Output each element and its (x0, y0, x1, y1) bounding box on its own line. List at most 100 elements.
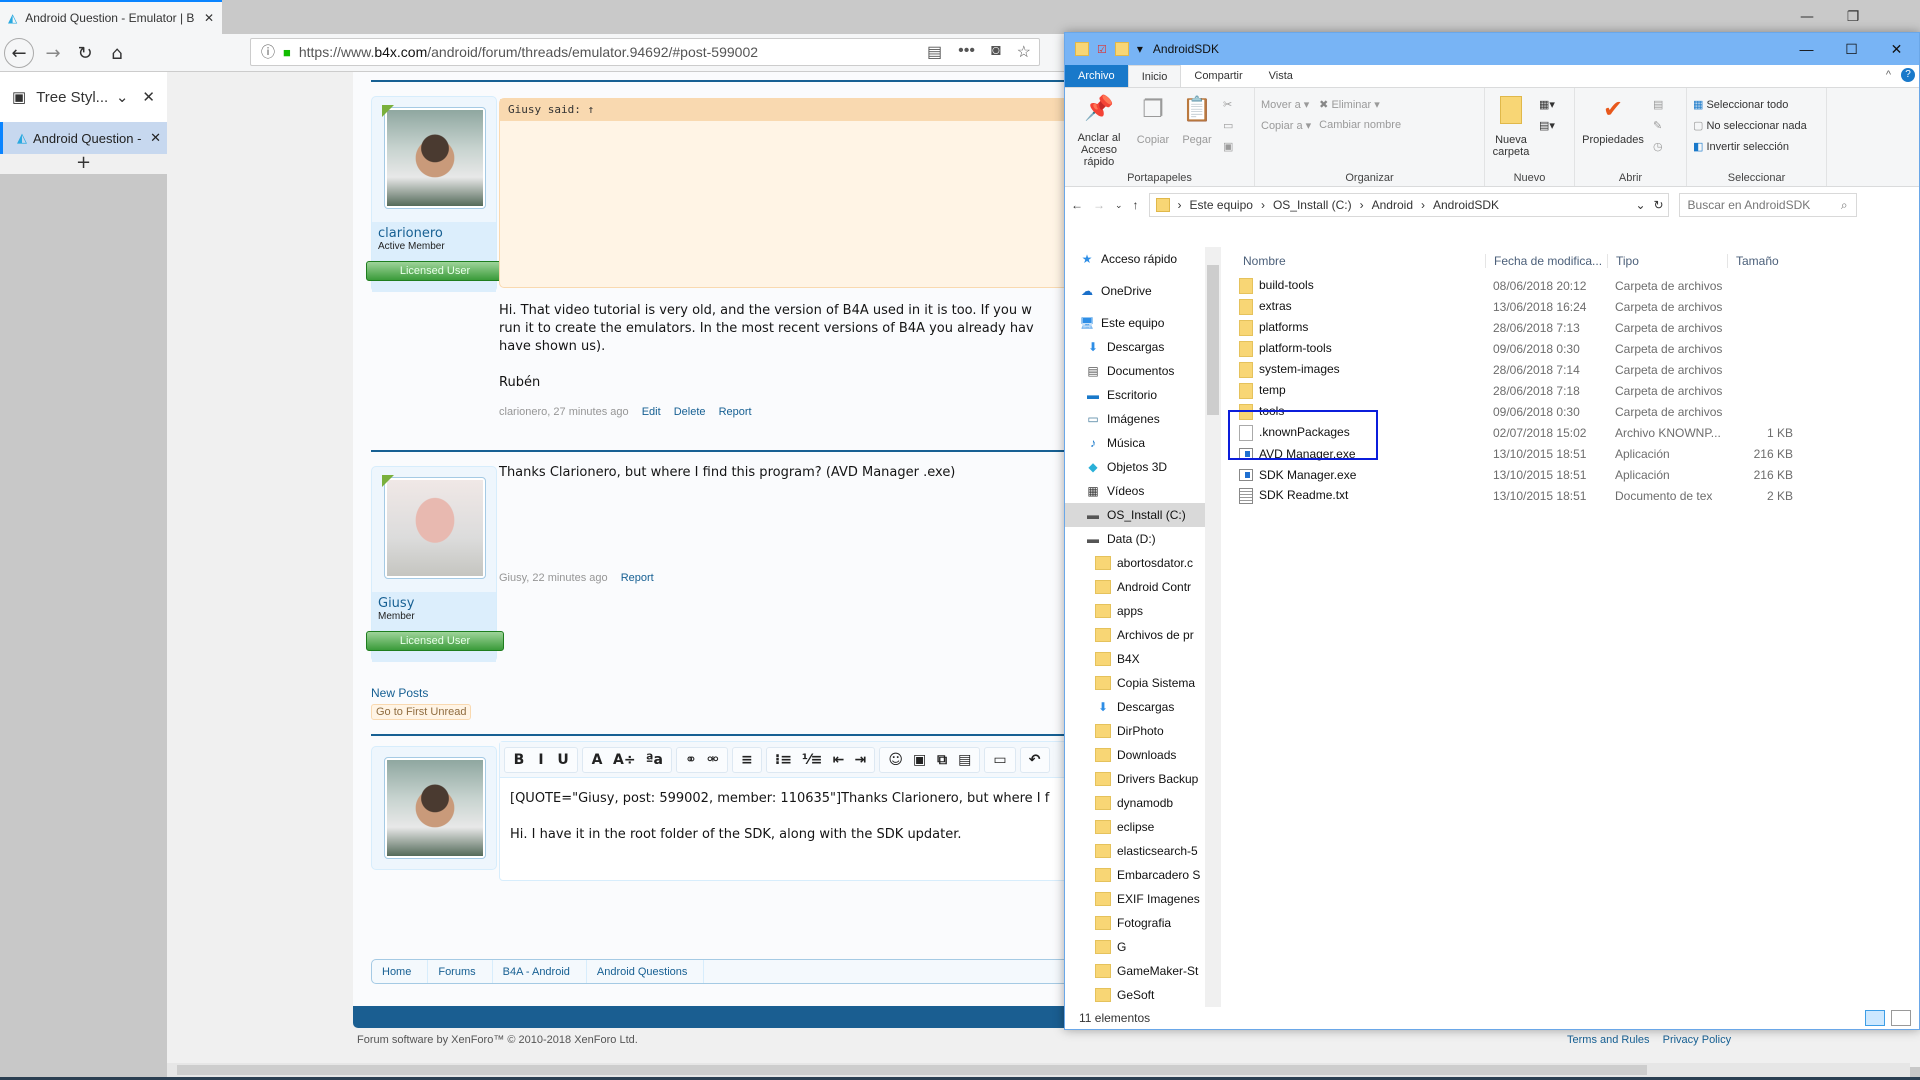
explorer-minimize-button[interactable]: — (1784, 33, 1829, 65)
toolbar-button[interactable]: ⇤ (832, 752, 844, 768)
copy-path-icon[interactable]: ▭ (1223, 119, 1233, 132)
nav-item[interactable]: Copia Sistema (1065, 671, 1205, 695)
nav-item[interactable]: Drivers Backup (1065, 767, 1205, 791)
explorer-close-button[interactable]: ✕ (1874, 33, 1919, 65)
ribbon-tab-vista[interactable]: Vista (1256, 65, 1306, 87)
collapse-ribbon-icon[interactable]: ^ (1886, 69, 1891, 81)
file-row[interactable]: platforms 28/06/2018 7:13 Carpeta de archi… (1225, 317, 1915, 338)
properties-quick-icon[interactable]: ☑ (1097, 43, 1107, 56)
delete-link[interactable]: Delete (674, 406, 706, 418)
path-segment[interactable]: Este equipo (1190, 198, 1253, 212)
address-bar[interactable]: › Este equipo › OS_Install (C:) › Android ›… (1148, 193, 1669, 217)
nav-item[interactable]: ▬ Data (D:) (1065, 527, 1205, 551)
browser-tab[interactable]: ◭ Android Question - Emulator | B ✕ (0, 0, 222, 34)
site-info-icon[interactable]: ⓘ (261, 42, 275, 62)
restore-window-button[interactable]: ❐ (1830, 0, 1876, 34)
pocket-icon[interactable]: ◙ (991, 42, 1001, 62)
file-row[interactable]: temp 28/06/2018 7:18 Carpeta de archivos (1225, 380, 1915, 401)
search-input[interactable]: Buscar en AndroidSDK ⌕ (1678, 193, 1857, 217)
report-link[interactable]: Report (719, 406, 752, 418)
page-horizontal-scrollbar[interactable] (167, 1063, 1910, 1077)
url-bar[interactable]: ⓘ ■ https://www. b4x.com/android/forum/th… (250, 38, 1040, 66)
avatar[interactable] (384, 477, 486, 579)
file-row[interactable]: SDK Readme.txt 13/10/2015 18:51 Documento … (1225, 485, 1915, 506)
breadcrumb-forums[interactable]: Forums (428, 960, 493, 983)
toolbar-button[interactable]: I (535, 752, 547, 768)
toolbar-button[interactable]: ⧉ (936, 752, 948, 768)
quick-access-dropdown-icon[interactable]: ▾ (1137, 42, 1143, 56)
nav-item[interactable]: ⬇ Descargas (1065, 695, 1205, 719)
toolbar-button[interactable]: ⇥ (854, 752, 866, 768)
delete-button[interactable]: ✖ Eliminar ▾ (1319, 98, 1401, 111)
cut-icon[interactable]: ✂ (1223, 98, 1233, 111)
paste-button[interactable]: 📋 Pegar (1179, 92, 1215, 168)
ribbon-tab-inicio[interactable]: Inicio (1127, 65, 1182, 87)
new-posts-link[interactable]: New Posts (371, 686, 428, 700)
minimize-window-button[interactable]: — (1784, 0, 1830, 34)
paste-shortcut-icon[interactable]: ▣ (1223, 140, 1233, 153)
nav-pane-scrollbar[interactable] (1205, 247, 1221, 1007)
toolbar-button[interactable]: ▭ (993, 752, 1006, 768)
reader-view-icon[interactable]: ▤ (927, 42, 942, 62)
sidebar-title[interactable]: Tree Styl... (36, 89, 116, 106)
terms-link[interactable]: Terms and Rules (1567, 1034, 1650, 1046)
new-tab-button[interactable]: + (0, 154, 167, 174)
nav-item[interactable]: EXIF Imagenes (1065, 887, 1205, 911)
file-row[interactable]: system-images 28/06/2018 7:14 Carpeta de a… (1225, 359, 1915, 380)
toolbar-button[interactable]: ↶ (1029, 752, 1041, 768)
breadcrumb-b4a-android[interactable]: B4A - Android (493, 960, 587, 983)
toolbar-button[interactable]: U (557, 752, 569, 768)
edit-link[interactable]: Edit (642, 406, 661, 418)
chevron-down-icon[interactable]: ⌄ (116, 88, 129, 106)
help-icon[interactable]: ? (1901, 68, 1915, 82)
nav-item[interactable]: ☁ OneDrive (1065, 279, 1205, 303)
nav-item[interactable]: Downloads (1065, 743, 1205, 767)
sidebar-close-icon[interactable]: ✕ (142, 88, 155, 106)
nav-item[interactable]: ⬇ Descargas (1065, 335, 1205, 359)
explorer-maximize-button[interactable]: ☐ (1829, 33, 1874, 65)
invert-selection-button[interactable]: ◧ Invertir selección (1693, 140, 1807, 153)
path-segment[interactable]: AndroidSDK (1433, 198, 1499, 212)
large-icons-view-button[interactable] (1891, 1010, 1911, 1026)
ribbon-tab-archivo[interactable]: Archivo (1065, 65, 1128, 87)
ribbon-tab-compartir[interactable]: Compartir (1181, 65, 1255, 87)
breadcrumb-home[interactable]: Home (372, 960, 429, 983)
move-to-button[interactable]: Mover a ▾ (1261, 98, 1311, 111)
nav-item[interactable]: ▦ Vídeos (1065, 479, 1205, 503)
new-folder-button[interactable]: Nueva carpeta (1491, 92, 1531, 168)
new-item-icon[interactable]: ▦▾ (1539, 98, 1555, 111)
nav-item[interactable]: ▤ Documentos (1065, 359, 1205, 383)
toolbar-button[interactable]: A÷ (613, 752, 636, 768)
nav-item[interactable]: ★ Acceso rápido (1065, 247, 1205, 271)
nav-item[interactable]: ◆ Objetos 3D (1065, 455, 1205, 479)
nav-item[interactable]: eclipse (1065, 815, 1205, 839)
file-row[interactable]: SDK Manager.exe 13/10/2015 18:51 Aplicació… (1225, 464, 1915, 485)
bookmark-star-icon[interactable]: ☆ (1017, 42, 1031, 62)
nav-item[interactable]: ♪ Música (1065, 431, 1205, 455)
column-size[interactable]: Tamaño (1727, 254, 1797, 268)
toolbar-button[interactable]: ☺ (888, 752, 903, 768)
forward-arrow-icon[interactable]: → (1093, 198, 1105, 212)
details-view-button[interactable] (1865, 1010, 1885, 1026)
nav-item[interactable]: ▬ Escritorio (1065, 383, 1205, 407)
breadcrumb-android-questions[interactable]: Android Questions (587, 960, 705, 983)
file-row[interactable]: extras 13/06/2018 16:24 Carpeta de archivo… (1225, 296, 1915, 317)
history-icon[interactable]: ◷ (1653, 140, 1663, 153)
sidebar-tab-item[interactable]: ◭ Android Question - ✕ (0, 122, 167, 154)
file-row[interactable]: platform-tools 09/06/2018 0:30 Carpeta de … (1225, 338, 1915, 359)
back-button[interactable]: ← (4, 38, 34, 68)
file-row[interactable]: build-tools 08/06/2018 20:12 Carpeta de ar… (1225, 275, 1915, 296)
sidebar-tab-close-icon[interactable]: ✕ (150, 130, 161, 146)
pin-quick-access-button[interactable]: 📌 Anclar al Acceso rápido (1071, 92, 1127, 169)
up-arrow-icon[interactable]: ↑ (1133, 198, 1139, 212)
nav-item[interactable]: Embarcadero S (1065, 863, 1205, 887)
select-none-button[interactable]: ▢ No seleccionar nada (1693, 119, 1807, 132)
edit-icon[interactable]: ✎ (1653, 119, 1663, 132)
nav-item[interactable]: ▭ Imágenes (1065, 407, 1205, 431)
toolbar-button[interactable]: ⚭ (685, 752, 697, 768)
nav-item[interactable]: elasticsearch-5 (1065, 839, 1205, 863)
address-dropdown-icon[interactable]: ⌄ (1635, 198, 1645, 212)
column-type[interactable]: Tipo (1607, 254, 1727, 268)
open-icon[interactable]: ▤ (1653, 98, 1663, 111)
easy-access-icon[interactable]: ▤▾ (1539, 119, 1555, 132)
